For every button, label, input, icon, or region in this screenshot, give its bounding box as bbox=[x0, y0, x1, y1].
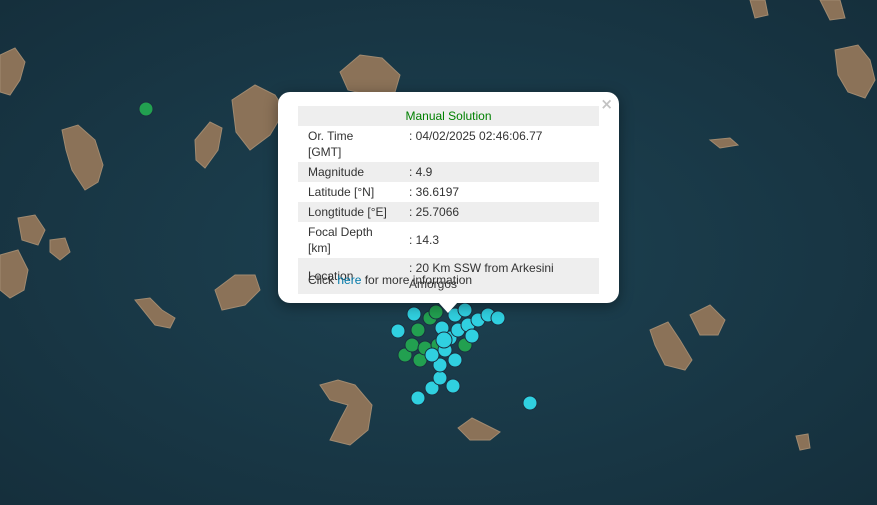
earthquake-marker bbox=[410, 322, 426, 338]
earthquake-marker bbox=[432, 370, 448, 386]
earthquake-marker bbox=[490, 310, 506, 326]
popup-footer: Click here for more information bbox=[308, 273, 472, 287]
detail-label: Focal Depth [km] bbox=[308, 225, 373, 255]
detail-value: : 14.3 bbox=[409, 233, 440, 247]
detail-label: Magnitude bbox=[298, 162, 399, 182]
earthquake-marker bbox=[138, 101, 154, 117]
more-info-link[interactable]: here bbox=[337, 273, 361, 287]
detail-value: : 04/02/2025 02:46:06.77 bbox=[409, 129, 543, 143]
earthquake-marker bbox=[404, 337, 420, 353]
earthquake-marker bbox=[522, 395, 538, 411]
earthquake-info-popup: × Manual Solution Or. Time [GMT] : 04/02… bbox=[278, 92, 619, 303]
popup-title-row: Manual Solution bbox=[298, 106, 599, 126]
detail-label: Latitude [°N] bbox=[308, 185, 375, 199]
earthquake-marker bbox=[410, 390, 426, 406]
earthquake-marker bbox=[464, 328, 480, 344]
detail-row: Latitude [°N] : 36.6197 bbox=[298, 182, 599, 202]
earthquake-marker bbox=[457, 302, 473, 318]
earthquake-marker bbox=[406, 306, 422, 322]
footer-prefix: Click bbox=[308, 273, 338, 287]
detail-row: Focal Depth [km] : 14.3 bbox=[298, 222, 599, 258]
detail-value: : 4.9 bbox=[399, 162, 599, 182]
earthquake-marker bbox=[435, 331, 453, 349]
earthquake-marker bbox=[390, 323, 406, 339]
detail-row: Longtitude [°E] : 25.7066 bbox=[298, 202, 599, 222]
close-icon[interactable]: × bbox=[600, 95, 613, 113]
event-details-table: Manual Solution Or. Time [GMT] : 04/02/2… bbox=[298, 106, 599, 294]
detail-value: : 36.6197 bbox=[409, 185, 460, 199]
detail-value: : 25.7066 bbox=[399, 202, 599, 222]
earthquake-marker bbox=[445, 378, 461, 394]
footer-suffix: for more information bbox=[361, 273, 473, 287]
detail-label: Longtitude [°E] bbox=[298, 202, 399, 222]
earthquake-marker bbox=[424, 347, 440, 363]
detail-row: Or. Time [GMT] : 04/02/2025 02:46:06.77 bbox=[298, 126, 599, 162]
detail-label: Or. Time [GMT] bbox=[308, 129, 354, 159]
popup-title: Manual Solution bbox=[298, 106, 599, 126]
detail-row: Magnitude : 4.9 bbox=[298, 162, 599, 182]
popup-tip bbox=[438, 302, 458, 313]
